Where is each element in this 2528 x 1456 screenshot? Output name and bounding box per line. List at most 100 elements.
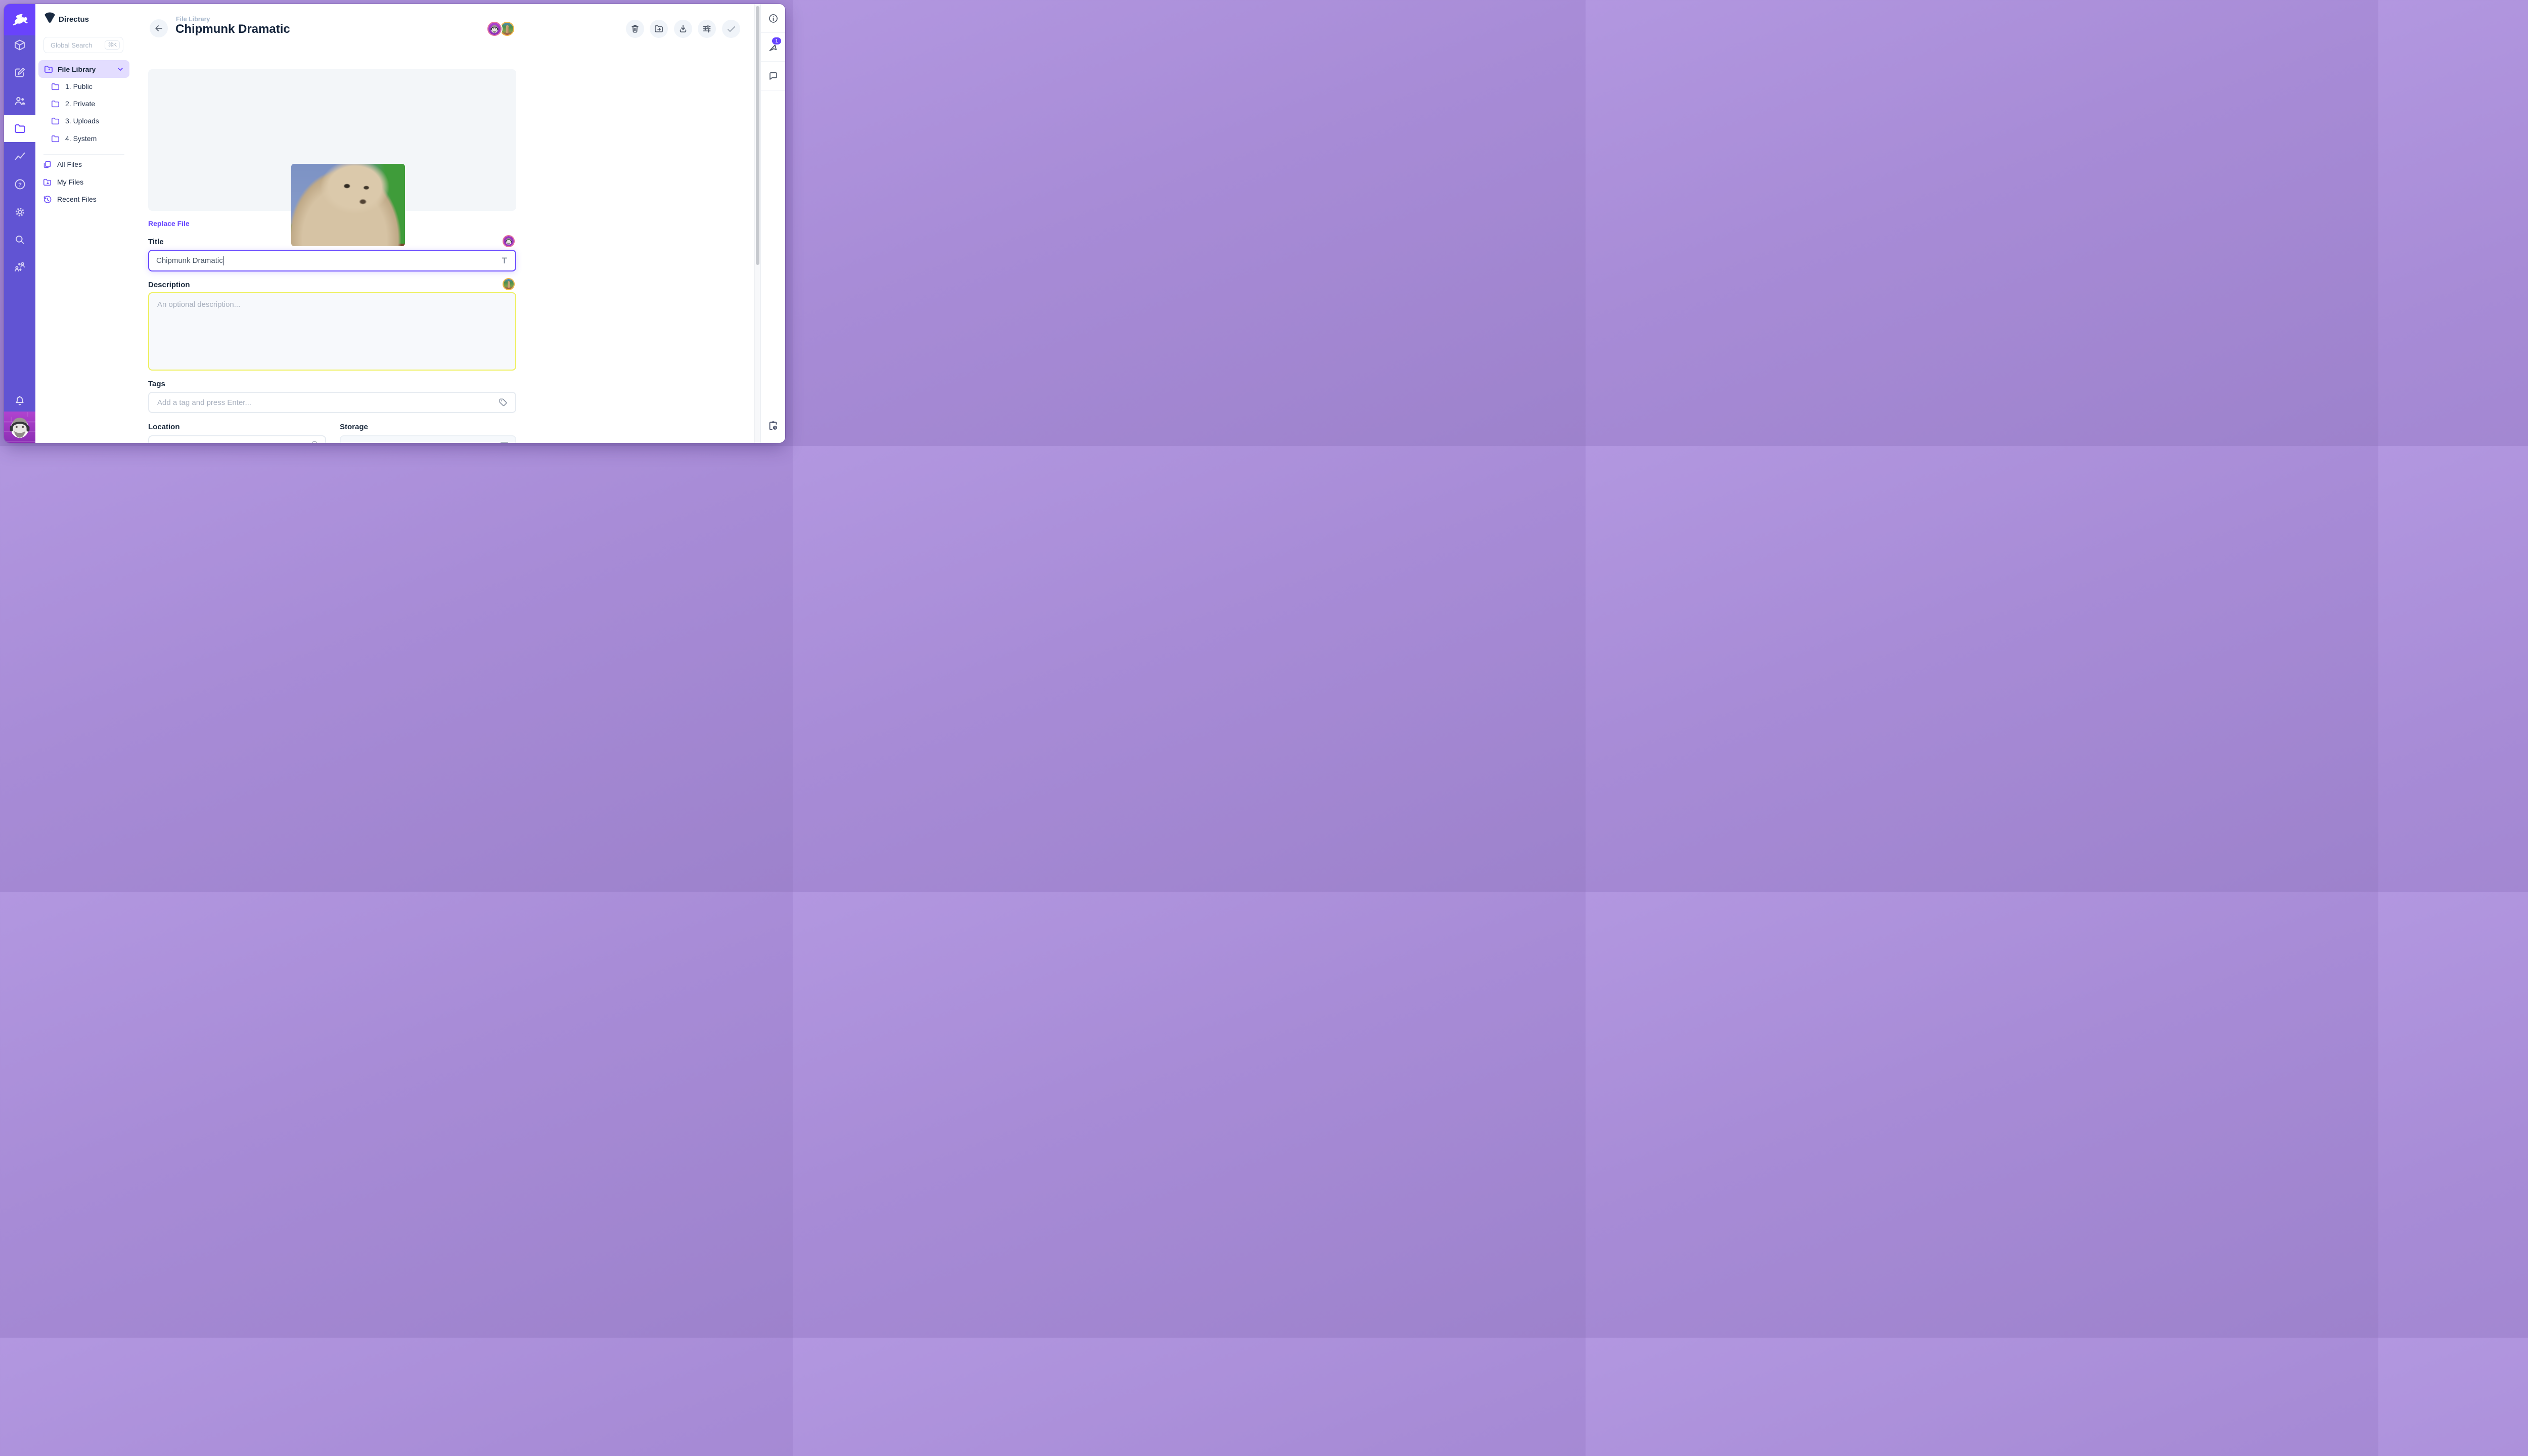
- folder-label: 2. Private: [65, 100, 95, 108]
- title-input[interactable]: Chipmunk Dramatic T: [148, 250, 516, 271]
- file-preview-panel: [148, 69, 516, 211]
- module-search[interactable]: [4, 226, 35, 253]
- location-input[interactable]: [148, 435, 326, 443]
- presence-avatar-chipmunk[interactable]: [500, 22, 514, 36]
- search-icon: [14, 234, 26, 246]
- tune-icon: [702, 24, 712, 34]
- gear-icon: [14, 206, 26, 218]
- notification-count-badge: 1: [772, 37, 781, 44]
- location-field-label: Location: [148, 423, 180, 431]
- activity-icon: [14, 150, 26, 163]
- people-arrows-icon: [14, 261, 26, 273]
- presence-avatar-user[interactable]: [487, 22, 502, 36]
- info-icon: [768, 13, 779, 24]
- arrow-left-icon: [154, 23, 164, 33]
- sidebar-item-my-files[interactable]: My Files: [42, 173, 83, 191]
- storage-field-label: Storage: [340, 423, 368, 431]
- tags-input[interactable]: [148, 392, 516, 413]
- file-info-button[interactable]: [761, 4, 785, 33]
- clipboard-clock-icon: [768, 420, 779, 431]
- module-settings[interactable]: [4, 198, 35, 225]
- download-icon: [678, 24, 688, 34]
- folder-icon: [51, 134, 60, 144]
- save-button[interactable]: [722, 20, 740, 38]
- module-bar: ?: [4, 4, 35, 443]
- sidebar-item-file-library[interactable]: File Library: [38, 60, 129, 78]
- people-icon: [14, 95, 26, 107]
- nav-sidebar: Directus Global Search ⌘K File Library 1…: [35, 4, 133, 443]
- module-editor[interactable]: [4, 59, 35, 86]
- folder-icon: [14, 122, 26, 135]
- sidebar-item-recent-files[interactable]: Recent Files: [42, 191, 97, 208]
- tags-text-input[interactable]: [156, 398, 498, 407]
- description-field-label: Description: [148, 281, 190, 289]
- page-title: Chipmunk Dramatic: [175, 22, 290, 36]
- title-field-label: Title: [148, 238, 164, 246]
- check-icon: [726, 24, 737, 34]
- place-icon: [310, 440, 319, 443]
- sidebar-divider: [43, 154, 124, 155]
- current-user-avatar[interactable]: [4, 412, 35, 443]
- tag-icon: [498, 397, 508, 407]
- files-copy-icon: [42, 160, 52, 169]
- sidebar-item-all-files[interactable]: All Files: [42, 156, 82, 173]
- keyboard-shortcut-badge: ⌘K: [105, 40, 120, 50]
- storage-input: [340, 435, 516, 443]
- revisions-button[interactable]: [761, 412, 785, 440]
- module-people-sync[interactable]: [4, 253, 35, 281]
- module-help[interactable]: ?: [4, 170, 35, 198]
- rabbit-logo-icon: [11, 11, 28, 28]
- text-caret: [223, 256, 224, 265]
- field-presence-avatar-chipmunk[interactable]: [503, 278, 515, 290]
- notifications-bell-button[interactable]: [4, 387, 35, 415]
- folder-icon: [51, 82, 60, 92]
- title-case-icon: T: [502, 251, 507, 270]
- module-insights[interactable]: [4, 143, 35, 170]
- module-content[interactable]: [4, 31, 35, 59]
- bell-icon: [14, 395, 26, 407]
- edit-icon: [14, 67, 26, 79]
- back-button[interactable]: [150, 19, 168, 37]
- module-file-library[interactable]: [4, 115, 35, 142]
- folder-icon: [51, 116, 60, 126]
- folder-star-icon: [43, 64, 54, 74]
- sidebar-item-label: All Files: [57, 160, 82, 168]
- sidebar-folder-public[interactable]: 1. Public: [51, 78, 93, 95]
- module-user-directory[interactable]: [4, 87, 35, 114]
- right-sidebar: 1: [760, 4, 785, 443]
- global-search-input[interactable]: Global Search ⌘K: [43, 37, 123, 53]
- scrollbar-track: [754, 4, 760, 443]
- download-button[interactable]: [674, 20, 692, 38]
- project-logo-button[interactable]: [4, 4, 35, 35]
- scrollbar-thumb[interactable]: [756, 6, 759, 265]
- comments-button[interactable]: [761, 62, 785, 90]
- tags-field-label: Tags: [148, 380, 165, 388]
- sidebar-folder-uploads[interactable]: 3. Uploads: [51, 112, 99, 129]
- description-textarea[interactable]: [148, 292, 516, 371]
- folder-icon: [51, 99, 60, 109]
- notifications-button[interactable]: 1: [761, 33, 785, 62]
- replace-file-link[interactable]: Replace File: [148, 219, 190, 228]
- directus-fan-logo-icon: [43, 11, 57, 25]
- project-name: Directus: [59, 15, 89, 24]
- svg-text:?: ?: [18, 181, 22, 188]
- sidebar-folder-system[interactable]: 4. System: [51, 130, 97, 147]
- history-icon: [42, 195, 52, 204]
- comment-icon: [768, 71, 779, 81]
- adjust-settings-button[interactable]: [698, 20, 716, 38]
- folder-move-icon: [654, 24, 664, 34]
- title-input-value: Chipmunk Dramatic: [156, 256, 223, 265]
- field-presence-avatar-user[interactable]: [503, 235, 515, 247]
- breadcrumb[interactable]: File Library: [176, 16, 210, 23]
- folder-label: 1. Public: [65, 82, 93, 90]
- delete-button[interactable]: [626, 20, 644, 38]
- folder-user-icon: [42, 177, 52, 187]
- move-to-folder-button[interactable]: [650, 20, 668, 38]
- folder-label: 4. System: [65, 134, 97, 143]
- help-icon: ?: [14, 178, 26, 191]
- sidebar-folder-private[interactable]: 2. Private: [51, 95, 95, 112]
- file-preview-image[interactable]: [291, 164, 405, 246]
- chevron-down-icon[interactable]: [116, 65, 124, 73]
- folder-label: 3. Uploads: [65, 117, 99, 125]
- storage-box-icon: [501, 442, 508, 443]
